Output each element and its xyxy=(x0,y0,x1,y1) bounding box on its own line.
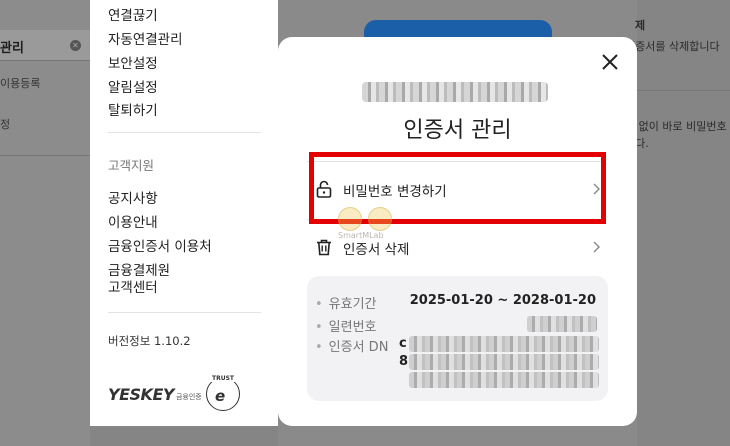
change-password-label: 비밀번호 변경하기 xyxy=(343,184,447,200)
trash-icon xyxy=(317,239,331,256)
validity-value: 2025-01-20 ~ 2028-01-20 xyxy=(409,293,596,308)
menu-item-security[interactable]: 보안설정 xyxy=(108,52,158,72)
background-close-icon: ✕ xyxy=(70,40,81,51)
dialog-title: 인증서 관리 xyxy=(403,118,512,143)
version-info: 버전정보 1.10.2 xyxy=(108,334,191,348)
certificate-holder-name xyxy=(362,82,548,102)
delete-certificate-button[interactable]: 인증서 삭제 xyxy=(307,219,604,274)
chevron-right-icon xyxy=(593,183,600,195)
background-text: 인 없이 바로 비밀번호 xyxy=(625,120,727,133)
certificate-management-dialog: 인증서 관리 비밀번호 변경하기 인증서 삭제 SmartMLab • 유효기간 … xyxy=(278,37,637,426)
menu-divider xyxy=(108,312,261,313)
background-divider xyxy=(0,155,90,156)
dn-value-redacted xyxy=(409,354,599,370)
serial-label: • 일련번호 xyxy=(315,320,377,335)
menu-item-withdraw[interactable]: 탈퇴하기 xyxy=(108,99,158,119)
dn-prefix: c xyxy=(399,336,407,351)
dn-value-redacted xyxy=(409,372,599,388)
background-item: 이용등록 xyxy=(0,77,41,90)
menu-item-notice[interactable]: 공지사항 xyxy=(108,187,158,207)
dn-label: • 인증서 DN xyxy=(315,340,389,355)
chevron-right-icon xyxy=(593,241,600,253)
menu-item-notifications[interactable]: 알림설정 xyxy=(108,76,158,96)
settings-menu: 연결끊기 자동연결관리 보안설정 알림설정 탈퇴하기 고객지원 공지사항 이용안… xyxy=(90,0,278,426)
background-sidebar: 관리 ✕ 이용등록 정 xyxy=(0,0,90,446)
validity-label: • 유효기간 xyxy=(315,297,377,312)
background-text: 인증서를 삭제합니다 xyxy=(625,40,720,53)
serial-value-redacted xyxy=(527,316,597,332)
change-password-button[interactable]: 비밀번호 변경하기 xyxy=(307,161,604,216)
dn-prefix: 8 xyxy=(399,354,409,369)
menu-item-usage[interactable]: 금융인증서 이용처 xyxy=(108,235,212,255)
menu-section-support: 고객지원 xyxy=(108,158,155,173)
background-right-panel: 제 인증서를 삭제합니다 인 없이 바로 비밀번호 니다. xyxy=(625,0,730,446)
background-divider xyxy=(637,90,730,91)
menu-item-customer-center[interactable]: 고객센터 xyxy=(108,276,158,296)
unlock-icon xyxy=(316,180,332,198)
yeskey-logo: YESKEY 금융인증 xyxy=(108,385,202,404)
delete-certificate-label: 인증서 삭제 xyxy=(343,242,410,258)
certificate-info-panel: • 유효기간 2025-01-20 ~ 2028-01-20 • 일련번호 • 인증서… xyxy=(307,276,608,401)
close-icon[interactable] xyxy=(598,50,622,74)
menu-item-disconnect[interactable]: 연결끊기 xyxy=(108,4,158,24)
background-text: 제 xyxy=(635,19,646,32)
menu-divider xyxy=(108,132,261,133)
dn-value-redacted xyxy=(409,336,599,352)
background-item: 정 xyxy=(0,118,11,131)
menu-item-guide[interactable]: 이용안내 xyxy=(108,211,158,231)
menu-item-auto-connect[interactable]: 자동연결관리 xyxy=(108,28,183,48)
trust-sign-logo: TRUST e xyxy=(206,375,240,411)
